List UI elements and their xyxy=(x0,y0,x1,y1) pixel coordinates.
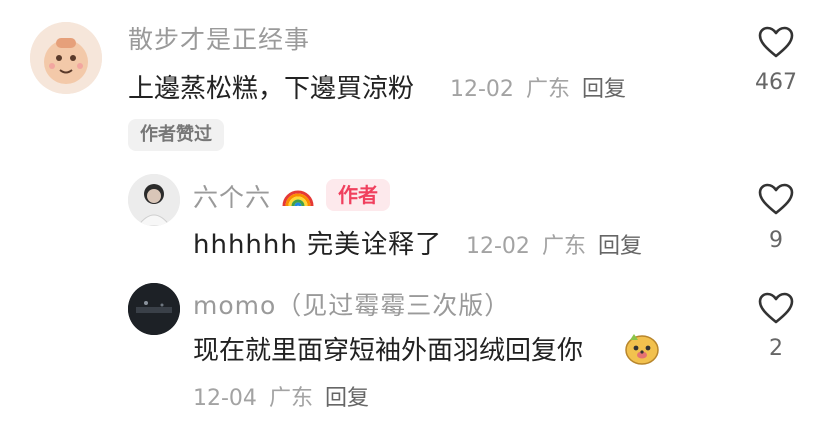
comment-location: 广东 xyxy=(525,77,570,102)
comment-text: 上邊蒸松糕，下邊買涼粉 xyxy=(128,74,415,104)
avatar[interactable] xyxy=(128,283,180,335)
avatar-photo xyxy=(128,283,180,335)
like-count: 467 xyxy=(755,70,797,95)
reply-date: 12-04 xyxy=(193,386,257,411)
reply-button[interactable]: 回复 xyxy=(598,234,642,259)
avatar-illustration xyxy=(30,22,102,94)
reply-meta: 12-02 广东 回复 xyxy=(466,228,654,260)
avatar-photo xyxy=(128,174,180,226)
avatar[interactable] xyxy=(30,22,102,94)
reply-location: 广东 xyxy=(541,234,586,259)
comment-username[interactable]: 散步才是正经事 xyxy=(128,20,310,56)
avatar[interactable] xyxy=(128,174,180,226)
like-count: 2 xyxy=(769,336,783,361)
heart-outline-icon[interactable] xyxy=(757,182,795,216)
reply-button[interactable]: 回复 xyxy=(325,386,369,411)
reply-button[interactable]: 回复 xyxy=(582,77,626,102)
reply-meta: 12-04 广东 回复 xyxy=(193,380,381,412)
dog-face-emoji-icon xyxy=(624,330,660,366)
reply-username[interactable]: 六个六 xyxy=(193,178,271,214)
reply-text: 现在就里面穿短袖外面羽绒回复你 xyxy=(193,336,584,366)
heart-outline-icon[interactable] xyxy=(757,291,795,325)
author-tag: 作者 xyxy=(326,179,390,211)
like-count: 9 xyxy=(769,228,783,253)
reply-text: hhhhhh 完美诠释了 xyxy=(193,230,443,260)
heart-outline-icon[interactable] xyxy=(757,25,795,59)
reply-username[interactable]: momo（见过霉霉三次版） xyxy=(193,286,510,322)
rainbow-emoji-icon xyxy=(280,176,316,212)
comment-date: 12-02 xyxy=(450,77,514,102)
reply-location: 广东 xyxy=(268,386,313,411)
reply-date: 12-02 xyxy=(466,234,530,259)
author-liked-badge: 作者赞过 xyxy=(128,119,224,151)
comment-meta: 12-02 广东 回复 xyxy=(450,71,638,103)
